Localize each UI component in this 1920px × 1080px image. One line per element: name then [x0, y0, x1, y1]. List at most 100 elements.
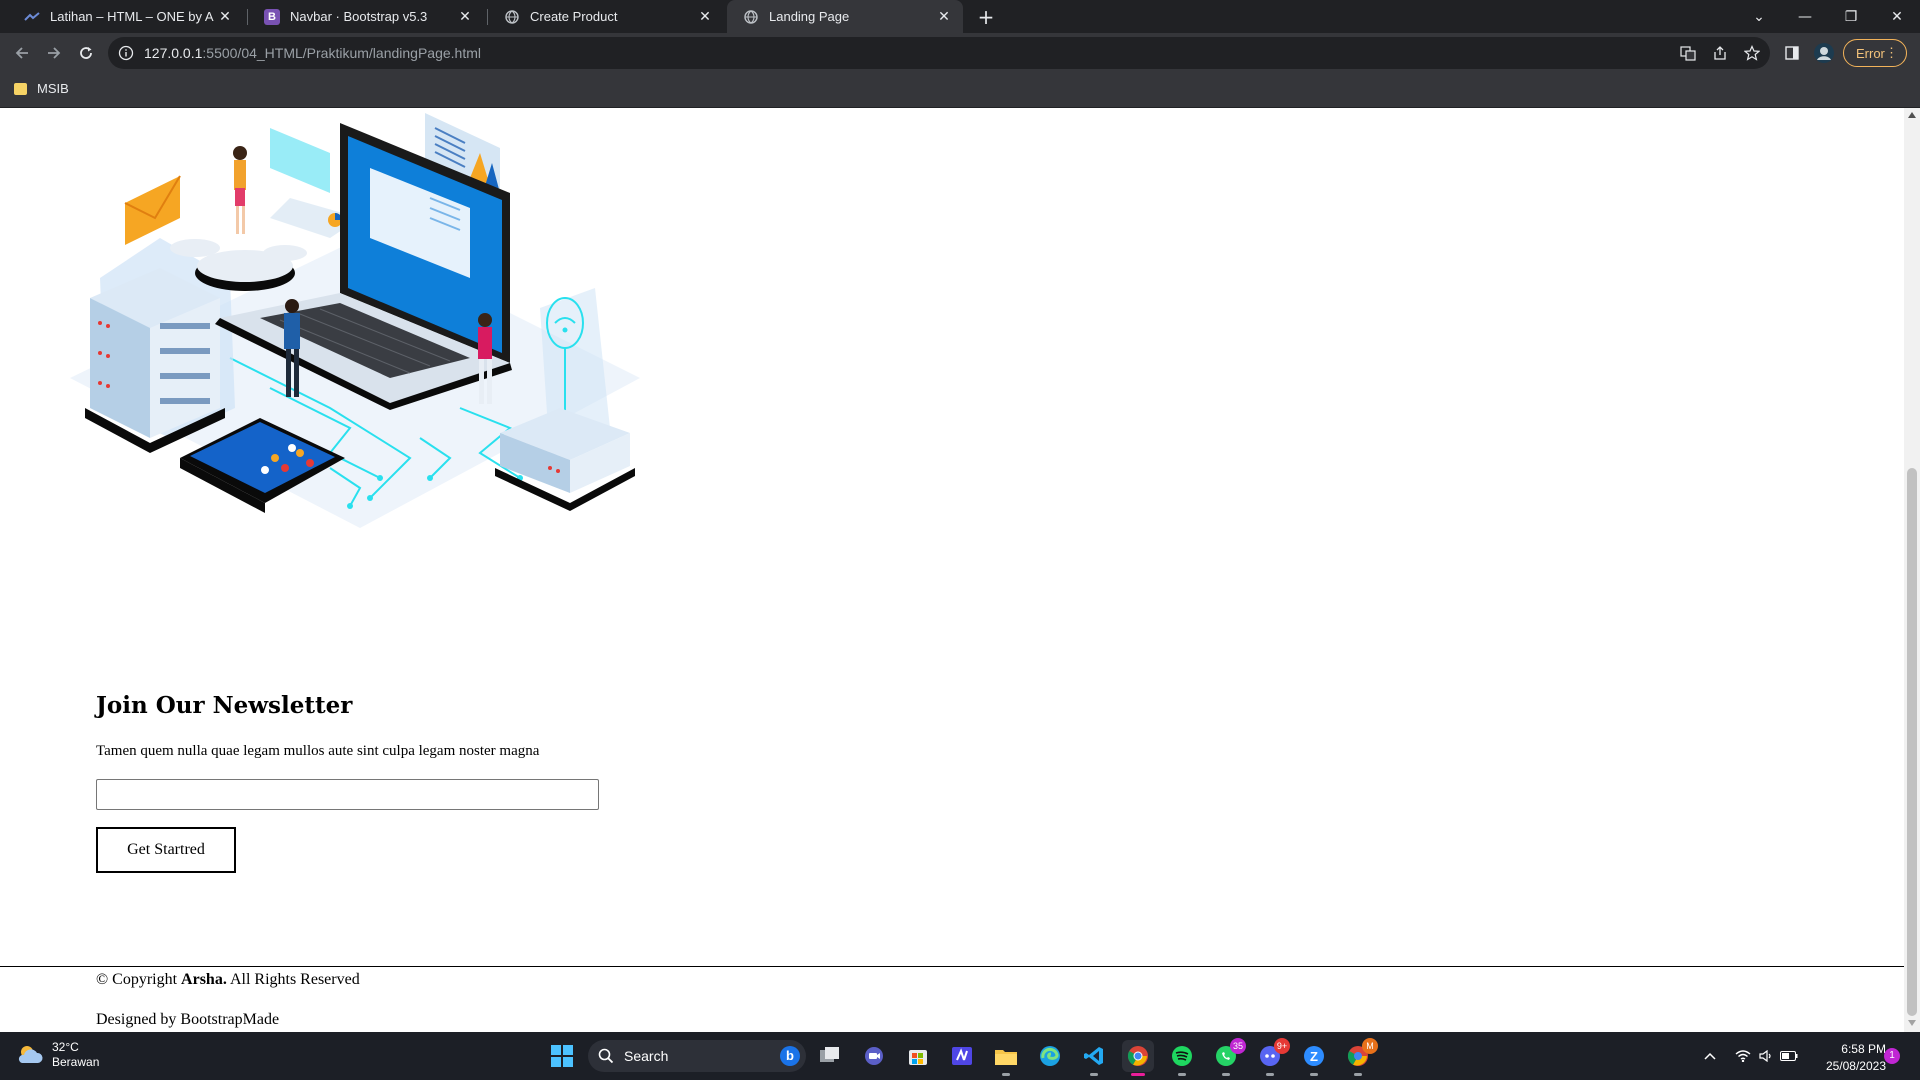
newsletter-description: Tamen quem nulla quae legam mullos aute … [96, 743, 540, 759]
file-explorer-icon[interactable] [990, 1040, 1022, 1076]
close-icon[interactable]: ✕ [214, 8, 236, 25]
page-content: Join Our Newsletter Tamen quem nulla qua… [0, 108, 1904, 1032]
spotify-icon[interactable] [1166, 1040, 1198, 1076]
chrome-icon[interactable] [1122, 1040, 1154, 1076]
zoom-icon[interactable]: Z [1298, 1040, 1330, 1076]
running-indicator [1310, 1073, 1318, 1076]
visual-studio-icon[interactable] [946, 1040, 978, 1072]
page-scrollbar[interactable] [1904, 108, 1920, 1032]
svg-text:Z: Z [1310, 1049, 1318, 1064]
newsletter-email-input[interactable] [96, 779, 599, 810]
tab-search-chevron-icon[interactable]: ⌄ [1736, 0, 1782, 33]
newsletter-title: Join Our Newsletter [96, 692, 353, 719]
info-icon[interactable] [118, 45, 134, 61]
scroll-up-arrow-icon[interactable] [1908, 112, 1916, 118]
microsoft-store-icon[interactable] [902, 1040, 934, 1072]
bookmark-label: MSIB [37, 81, 69, 96]
url-path: :5500/04_HTML/Praktikum/landingPage.html [202, 45, 481, 61]
scroll-thumb[interactable] [1907, 468, 1917, 1016]
restore-icon[interactable]: ❐ [1828, 0, 1874, 33]
tab-create-product[interactable]: Create Product ✕ [488, 0, 724, 33]
running-indicator [1178, 1073, 1186, 1076]
get-started-button[interactable]: Get Startred [96, 827, 236, 873]
edge-icon[interactable] [1034, 1040, 1066, 1072]
weather-condition: Berawan [52, 1055, 100, 1069]
copyright-suffix: All Rights Reserved [226, 971, 360, 988]
battery-icon[interactable] [1778, 1032, 1800, 1080]
envelope-icon [124, 175, 181, 245]
close-icon[interactable]: ✕ [694, 8, 716, 25]
tab-landing-page[interactable]: Landing Page ✕ [727, 0, 963, 33]
hero-illustration [70, 113, 640, 528]
vscode-icon[interactable] [1078, 1040, 1110, 1076]
bookmarks-bar: MSIB [0, 73, 1920, 108]
folder-icon [14, 82, 27, 95]
new-tab-button[interactable]: + [974, 5, 998, 29]
weather-widget[interactable]: 32°C Berawan [16, 1040, 99, 1070]
close-icon[interactable]: ✕ [454, 8, 476, 25]
notification-badge[interactable]: 1 [1884, 1048, 1900, 1064]
footer-designed-by: Designed by BootstrapMade [96, 1011, 280, 1028]
window-close-icon[interactable]: ✕ [1874, 0, 1920, 33]
bookmark-star-icon[interactable] [1738, 39, 1766, 67]
chrome-profile-badge: M [1362, 1038, 1378, 1054]
clock-time: 6:58 PM [1841, 1042, 1886, 1056]
volume-icon[interactable] [1756, 1032, 1776, 1080]
tab-title: Landing Page [769, 9, 850, 24]
teams-meet-icon[interactable] [858, 1040, 890, 1072]
translate-icon[interactable] [1674, 39, 1702, 67]
chrome-profile-icon[interactable]: M [1342, 1038, 1378, 1076]
address-bar[interactable]: 127.0.0.1:5500/04_HTML/Praktikum/landing… [108, 37, 1770, 69]
running-indicator [1002, 1073, 1010, 1076]
search-icon [598, 1048, 614, 1064]
globe-icon [504, 9, 520, 25]
taskbar-clock[interactable]: 6:58 PM 25/08/2023 [1810, 1041, 1886, 1075]
wifi-status-icon[interactable] [1732, 1032, 1754, 1080]
server-rack [85, 268, 225, 453]
tab-strip: Latihan – HTML – ONE by Alterra ✕ B Navb… [0, 0, 1920, 33]
close-icon[interactable]: ✕ [933, 8, 955, 25]
side-panel-icon[interactable] [1778, 39, 1806, 67]
show-hidden-icons-chevron-icon[interactable] [1700, 1032, 1720, 1080]
alterra-icon [24, 9, 40, 25]
minimize-icon[interactable]: — [1782, 0, 1828, 33]
forward-button[interactable] [40, 39, 68, 67]
browser-toolbar: 127.0.0.1:5500/04_HTML/Praktikum/landing… [0, 33, 1920, 73]
tab-latihan[interactable]: Latihan – HTML – ONE by Alterra ✕ [8, 0, 244, 33]
globe-icon [743, 9, 759, 25]
weather-temperature: 32°C [52, 1040, 79, 1054]
taskbar-search[interactable]: Search b [588, 1040, 806, 1072]
bing-icon[interactable]: b [780, 1046, 800, 1066]
profile-avatar[interactable] [1810, 39, 1838, 67]
tab-navbar-bootstrap[interactable]: B Navbar · Bootstrap v5.3 ✕ [248, 0, 484, 33]
share-icon[interactable] [1706, 39, 1734, 67]
active-indicator [1131, 1073, 1145, 1076]
task-view-icon[interactable] [814, 1040, 846, 1072]
whatsapp-badge: 35 [1230, 1038, 1246, 1054]
more-menu-icon[interactable]: ⋮ [1885, 46, 1898, 60]
reload-button[interactable] [72, 39, 100, 67]
discord-badge: 9+ [1274, 1038, 1290, 1054]
tab-title: Navbar · Bootstrap v5.3 [290, 9, 428, 24]
url-host: 127.0.0.1 [144, 45, 203, 61]
copyright-prefix: © Copyright [96, 971, 182, 988]
error-label: Error [1856, 45, 1885, 61]
footer-divider [0, 966, 1904, 967]
woman-figure [233, 146, 247, 234]
whatsapp-icon[interactable]: 35 [1210, 1038, 1246, 1076]
bootstrap-icon: B [264, 8, 280, 25]
windows-start-icon[interactable] [546, 1040, 578, 1072]
footer-copyright: © Copyright Arsha. All Rights Reserved [96, 971, 360, 989]
running-indicator [1354, 1073, 1362, 1076]
running-indicator [1222, 1073, 1230, 1076]
scroll-down-arrow-icon[interactable] [1908, 1020, 1916, 1026]
back-button[interactable] [8, 39, 36, 67]
error-button[interactable]: Error ⋮ [1843, 39, 1907, 67]
windows-taskbar: 32°C Berawan Search b 35 9+ Z M 6:58 PM … [0, 1032, 1920, 1080]
running-indicator [1090, 1073, 1098, 1076]
bookmark-folder-msib[interactable]: MSIB [14, 81, 69, 96]
brand-name: Arsha. [181, 971, 227, 988]
running-indicator [1266, 1073, 1274, 1076]
tab-title: Create Product [530, 9, 618, 24]
discord-icon[interactable]: 9+ [1254, 1038, 1290, 1076]
